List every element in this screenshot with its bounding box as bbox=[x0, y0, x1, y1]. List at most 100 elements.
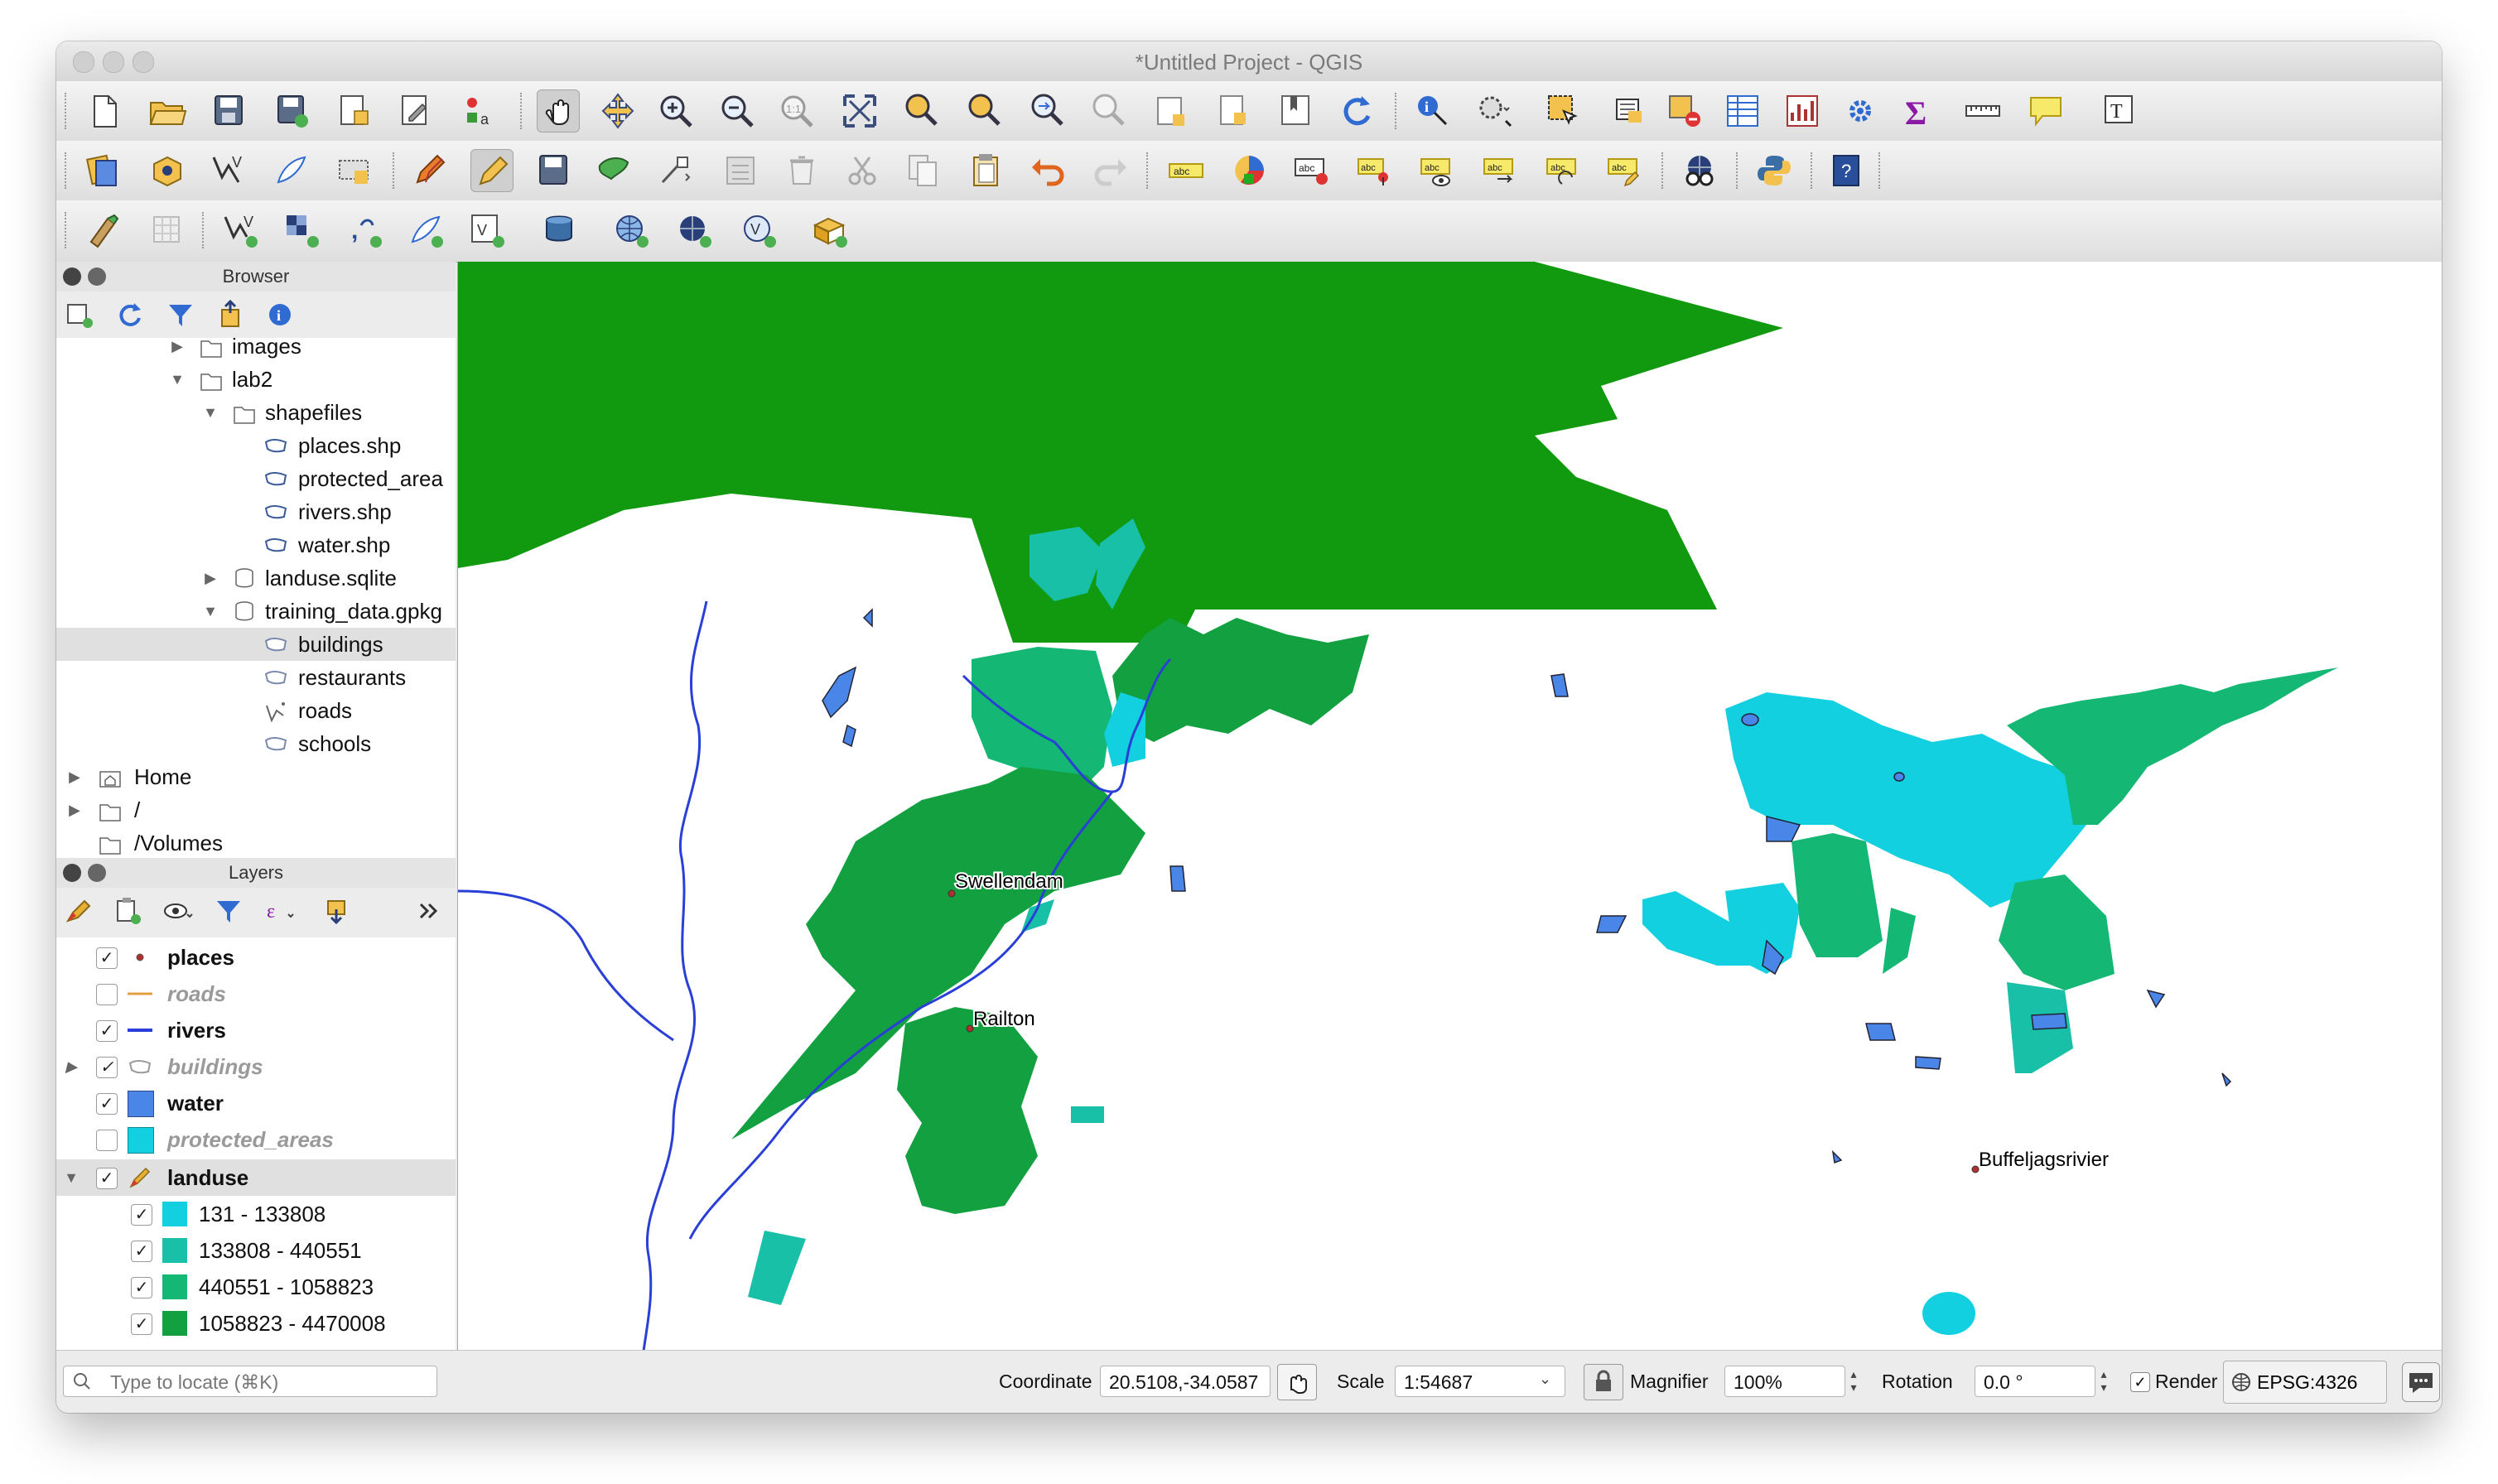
toggle-editing-icon[interactable] bbox=[470, 149, 514, 192]
show-bookmarks-icon[interactable] bbox=[1274, 89, 1317, 132]
new-project-icon[interactable] bbox=[83, 89, 126, 132]
float-panel-icon[interactable] bbox=[88, 864, 106, 882]
more-options-icon[interactable] bbox=[412, 894, 446, 928]
float-panel-icon[interactable] bbox=[88, 267, 106, 286]
zoom-to-layer-icon[interactable] bbox=[962, 89, 1005, 132]
diagram-options-icon[interactable] bbox=[1227, 149, 1271, 192]
tree-item-protected-area[interactable]: protected_area bbox=[56, 462, 456, 495]
tree-item-shapefiles[interactable]: ▼ shapefiles bbox=[56, 396, 456, 429]
highlight-pinned-labels-icon[interactable]: abc bbox=[1290, 149, 1333, 192]
georeferencer-icon[interactable] bbox=[83, 209, 126, 252]
select-features-icon[interactable] bbox=[1542, 89, 1585, 132]
rotation-spinbox[interactable]: 0.0 ° bbox=[1975, 1366, 2095, 1397]
layer-visibility-checkbox[interactable]: ✓ bbox=[96, 1020, 118, 1042]
layer-visibility-checkbox[interactable]: ✓ bbox=[96, 1168, 118, 1189]
lock-scale-icon[interactable] bbox=[1584, 1364, 1623, 1400]
vertex-tool-icon[interactable] bbox=[654, 149, 697, 192]
messages-icon[interactable] bbox=[2402, 1362, 2440, 1402]
zoom-full-icon[interactable] bbox=[838, 89, 881, 132]
layer-roads[interactable]: roads bbox=[56, 977, 456, 1010]
rotate-label-icon[interactable]: abc bbox=[1542, 149, 1585, 192]
statistical-summary-icon[interactable] bbox=[1781, 89, 1824, 132]
place-point[interactable] bbox=[948, 889, 956, 898]
identify-features-icon[interactable]: i bbox=[1411, 89, 1454, 132]
new-geopackage-layer-icon[interactable] bbox=[146, 149, 189, 192]
label-toolbar-icon[interactable]: abc bbox=[1165, 149, 1208, 192]
open-project-icon[interactable] bbox=[146, 89, 189, 132]
expand-arrow-icon[interactable]: ▶ bbox=[66, 793, 83, 826]
legend-class-1[interactable]: ✓ 131 - 133808 bbox=[56, 1197, 456, 1231]
tree-item-places-shp[interactable]: places.shp bbox=[56, 429, 456, 462]
add-wfs-layer-icon[interactable]: V bbox=[737, 209, 780, 252]
save-layer-edits-icon[interactable] bbox=[532, 149, 575, 192]
layer-visibility-checkbox[interactable] bbox=[96, 984, 118, 1005]
open-layer-styling-icon[interactable] bbox=[63, 894, 96, 928]
layer-places[interactable]: ✓ places bbox=[56, 941, 456, 974]
tree-item-buildings[interactable]: buildings bbox=[56, 628, 456, 661]
locator-search-input[interactable]: Type to locate (⌘K) bbox=[63, 1366, 437, 1397]
new-bookmark-icon[interactable] bbox=[1211, 89, 1254, 132]
toolbox-icon[interactable] bbox=[1839, 89, 1882, 132]
close-panel-icon[interactable] bbox=[63, 864, 81, 882]
filter-by-expression-icon[interactable]: ε bbox=[263, 894, 297, 928]
layer-visibility-checkbox[interactable]: ✓ bbox=[96, 1093, 118, 1115]
layer-buildings[interactable]: ▶ ✓ buildings bbox=[56, 1050, 456, 1083]
metasearch-icon[interactable] bbox=[1678, 149, 1721, 192]
zoom-out-icon[interactable] bbox=[716, 89, 759, 132]
cut-features-icon[interactable] bbox=[842, 149, 885, 192]
collapse-arrow-icon[interactable]: ▼ bbox=[202, 595, 219, 628]
zoom-native-icon[interactable]: 1:1 bbox=[775, 89, 818, 132]
filter-legend-icon[interactable] bbox=[212, 894, 245, 928]
add-selected-layers-icon[interactable] bbox=[63, 298, 96, 331]
tree-item-root[interactable]: ▶ / bbox=[56, 793, 456, 826]
map-tips-icon[interactable] bbox=[2024, 89, 2067, 132]
expand-all-icon[interactable] bbox=[320, 894, 353, 928]
zoom-last-icon[interactable] bbox=[1025, 89, 1068, 132]
expand-arrow-icon[interactable]: ▶ bbox=[66, 760, 83, 793]
add-group-icon[interactable] bbox=[111, 894, 144, 928]
add-spatialite-layer-icon[interactable] bbox=[404, 209, 447, 252]
toggle-extents-icon[interactable] bbox=[1277, 1364, 1317, 1400]
magnifier-spinbox[interactable]: 100% bbox=[1724, 1366, 1845, 1397]
collapse-arrow-icon[interactable]: ▼ bbox=[169, 363, 186, 396]
class-visibility-checkbox[interactable]: ✓ bbox=[131, 1277, 152, 1298]
python-console-icon[interactable] bbox=[1753, 149, 1796, 192]
collapse-arrow-icon[interactable]: ▼ bbox=[202, 396, 219, 429]
zoom-in-icon[interactable] bbox=[654, 89, 697, 132]
zoom-to-selection-icon[interactable] bbox=[899, 89, 943, 132]
close-panel-icon[interactable] bbox=[63, 267, 81, 286]
tree-item-landuse-sqlite[interactable]: ▶ landuse.sqlite bbox=[56, 561, 456, 595]
show-hide-labels-icon[interactable]: abc bbox=[1416, 149, 1459, 192]
filter-browser-icon[interactable] bbox=[164, 298, 197, 331]
manage-map-themes-icon[interactable] bbox=[161, 894, 194, 928]
select-by-value-icon[interactable] bbox=[1610, 89, 1653, 132]
tree-item-restaurants[interactable]: restaurants bbox=[56, 661, 456, 694]
collapse-all-icon[interactable] bbox=[214, 298, 247, 331]
class-visibility-checkbox[interactable]: ✓ bbox=[131, 1204, 152, 1226]
tree-item-rivers-shp[interactable]: rivers.shp bbox=[56, 495, 456, 528]
add-arcgis-layer-icon[interactable] bbox=[808, 209, 851, 252]
class-visibility-checkbox[interactable]: ✓ bbox=[131, 1241, 152, 1262]
new-spatialite-layer-icon[interactable] bbox=[270, 149, 313, 192]
new-map-view-icon[interactable] bbox=[1150, 89, 1193, 132]
zoom-next-icon[interactable] bbox=[1087, 89, 1130, 132]
tree-item-roads[interactable]: roads bbox=[56, 694, 456, 727]
tree-item-water-shp[interactable]: water.shp bbox=[56, 528, 456, 561]
deselect-features-icon[interactable] bbox=[1663, 89, 1706, 132]
tree-item-lab2[interactable]: ▼ lab2 bbox=[56, 363, 456, 396]
add-virtual-layer-icon[interactable]: V bbox=[465, 209, 509, 252]
expand-arrow-icon[interactable]: ▶ bbox=[202, 561, 219, 595]
legend-class-4[interactable]: ✓ 1058823 - 4470008 bbox=[56, 1307, 456, 1340]
pin-labels-icon[interactable]: abc bbox=[1353, 149, 1396, 192]
style-manager-icon[interactable]: a bbox=[457, 89, 500, 132]
raster-tool-icon[interactable] bbox=[146, 209, 189, 252]
class-visibility-checkbox[interactable]: ✓ bbox=[131, 1313, 152, 1335]
layer-visibility-checkbox[interactable] bbox=[96, 1130, 118, 1151]
map-canvas[interactable]: Swellendam Railton Buffeljagsrivier bbox=[457, 262, 2442, 1388]
properties-info-icon[interactable]: i bbox=[263, 298, 297, 331]
undo-icon[interactable] bbox=[1027, 149, 1070, 192]
layer-landuse[interactable]: ▼ ✓ landuse bbox=[56, 1161, 456, 1194]
move-label-icon[interactable]: abc bbox=[1479, 149, 1522, 192]
save-project-icon[interactable] bbox=[207, 89, 250, 132]
tree-item-schools[interactable]: schools bbox=[56, 727, 456, 760]
